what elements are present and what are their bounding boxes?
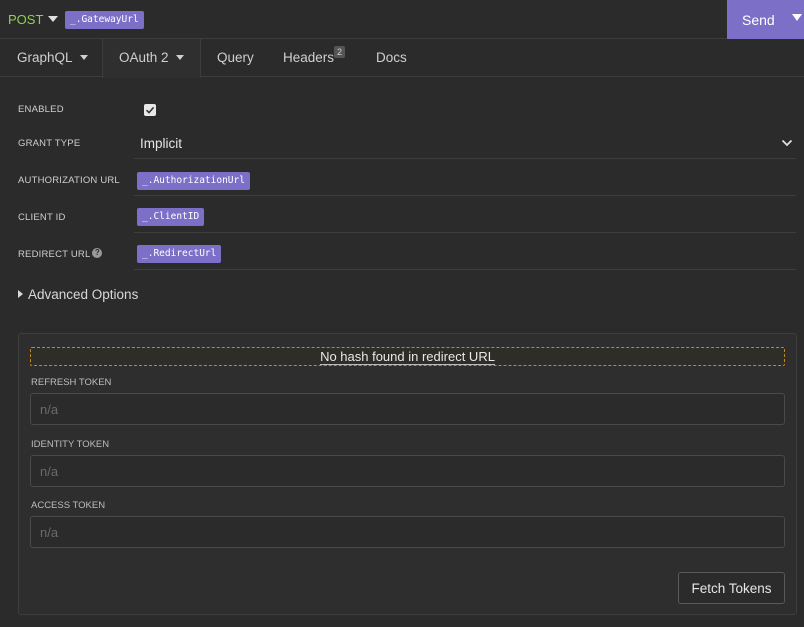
identity-token-input[interactable] [30,455,785,487]
grant-type-label: GRANT TYPE [18,138,81,149]
caret-down-icon [79,54,88,60]
tab-query-label: Query [217,50,254,65]
method-selector[interactable]: POST [8,12,43,27]
advanced-options-label: Advanced Options [28,287,139,302]
caret-down-icon [175,54,184,60]
access-token-input[interactable] [30,516,785,548]
tab-docs-label: Docs [376,50,407,65]
tab-graphql-label: GraphQL [17,50,73,65]
url-bar: POST _.GatewayUrl Send [0,0,804,39]
tab-oauth2[interactable]: OAuth 2 [102,39,201,78]
warning-text: No hash found in redirect URL [320,349,495,365]
divider [134,269,796,270]
fetch-tokens-label: Fetch Tokens [691,580,772,596]
redirect-url-label-text: REDIRECT URL [18,249,91,260]
request-tabs: GraphQL OAuth 2 Query Headers 2 Docs [0,39,804,78]
divider [134,158,796,159]
caret-right-icon [18,290,23,299]
tab-oauth2-label: OAuth 2 [119,50,169,65]
advanced-options-toggle[interactable]: Advanced Options [18,287,138,302]
tab-headers-label: Headers [283,50,335,65]
fetch-tokens-button[interactable]: Fetch Tokens [678,572,785,604]
refresh-token-input[interactable] [30,393,785,425]
token-panel: No hash found in redirect URL REFRESH TO… [18,333,797,615]
tab-graphql[interactable]: GraphQL [17,39,88,77]
identity-token-label: IDENTITY TOKEN [31,439,110,450]
send-options-caret-icon[interactable] [792,14,802,21]
enabled-checkbox[interactable] [144,104,156,116]
chevron-down-icon [781,139,793,147]
tab-query[interactable]: Query [217,39,254,77]
refresh-token-label: REFRESH TOKEN [31,377,112,388]
headers-count-badge: 2 [334,46,346,58]
divider [134,195,796,196]
client-id-tag[interactable]: _.ClientID [137,208,205,226]
client-id-label: CLIENT ID [18,212,66,223]
warning-banner: No hash found in redirect URL [30,347,785,366]
help-icon[interactable]: ? [92,248,103,259]
access-token-label: ACCESS TOKEN [31,500,106,511]
tab-docs[interactable]: Docs [376,39,407,77]
authorization-url-label: AUTHORIZATION URL [18,175,120,186]
redirect-url-label: REDIRECT URL? [18,248,103,260]
authorization-url-tag[interactable]: _.AuthorizationUrl [137,172,250,190]
url-variable-tag[interactable]: _.GatewayUrl [65,11,144,29]
enabled-label: ENABLED [18,104,64,115]
redirect-url-tag[interactable]: _.RedirectUrl [137,245,222,263]
divider [134,232,796,233]
method-caret-icon[interactable] [48,16,58,22]
checkmark-icon [145,106,155,114]
tab-headers[interactable]: Headers [283,39,334,77]
grant-type-value: Implicit [140,136,183,151]
send-button-label: Send [742,11,775,28]
